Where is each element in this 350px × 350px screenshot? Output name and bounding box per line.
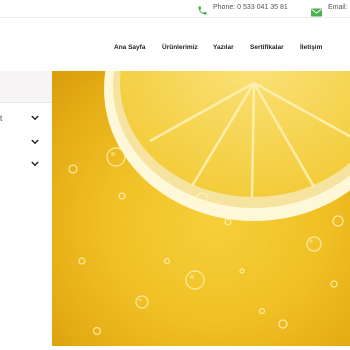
main-navigation: Ana Sayfa Ürünlerimiz Yazılar Sertifikal… [0, 18, 350, 71]
chevron-down-icon[interactable] [31, 161, 39, 167]
hero-image-lemon [52, 71, 350, 346]
nav-item-products[interactable]: Ürünlerimiz [162, 44, 198, 51]
top-contact-bar: Phone: 0 533 041 35 81 Email: [0, 0, 350, 18]
email-label[interactable]: Email: [328, 4, 347, 11]
nav-item-home[interactable]: Ana Sayfa [114, 44, 145, 51]
nav-item-contact[interactable]: İletişim [300, 44, 322, 51]
sidebar-item-2[interactable] [0, 136, 52, 150]
phone-icon [197, 3, 208, 15]
chevron-down-icon[interactable] [31, 139, 39, 145]
sidebar-item-1[interactable]: t [0, 112, 52, 126]
chevron-down-icon[interactable] [31, 115, 39, 121]
sidebar-item-3[interactable] [0, 158, 52, 172]
category-sidebar: t [0, 71, 52, 350]
sidebar-header [0, 71, 52, 103]
phone-number[interactable]: Phone: 0 533 041 35 81 [213, 4, 288, 11]
nav-item-posts[interactable]: Yazılar [213, 44, 234, 51]
mail-icon [311, 4, 322, 17]
nav-item-certificates[interactable]: Sertifikalar [250, 44, 284, 51]
sidebar-item-label: t [0, 114, 3, 123]
